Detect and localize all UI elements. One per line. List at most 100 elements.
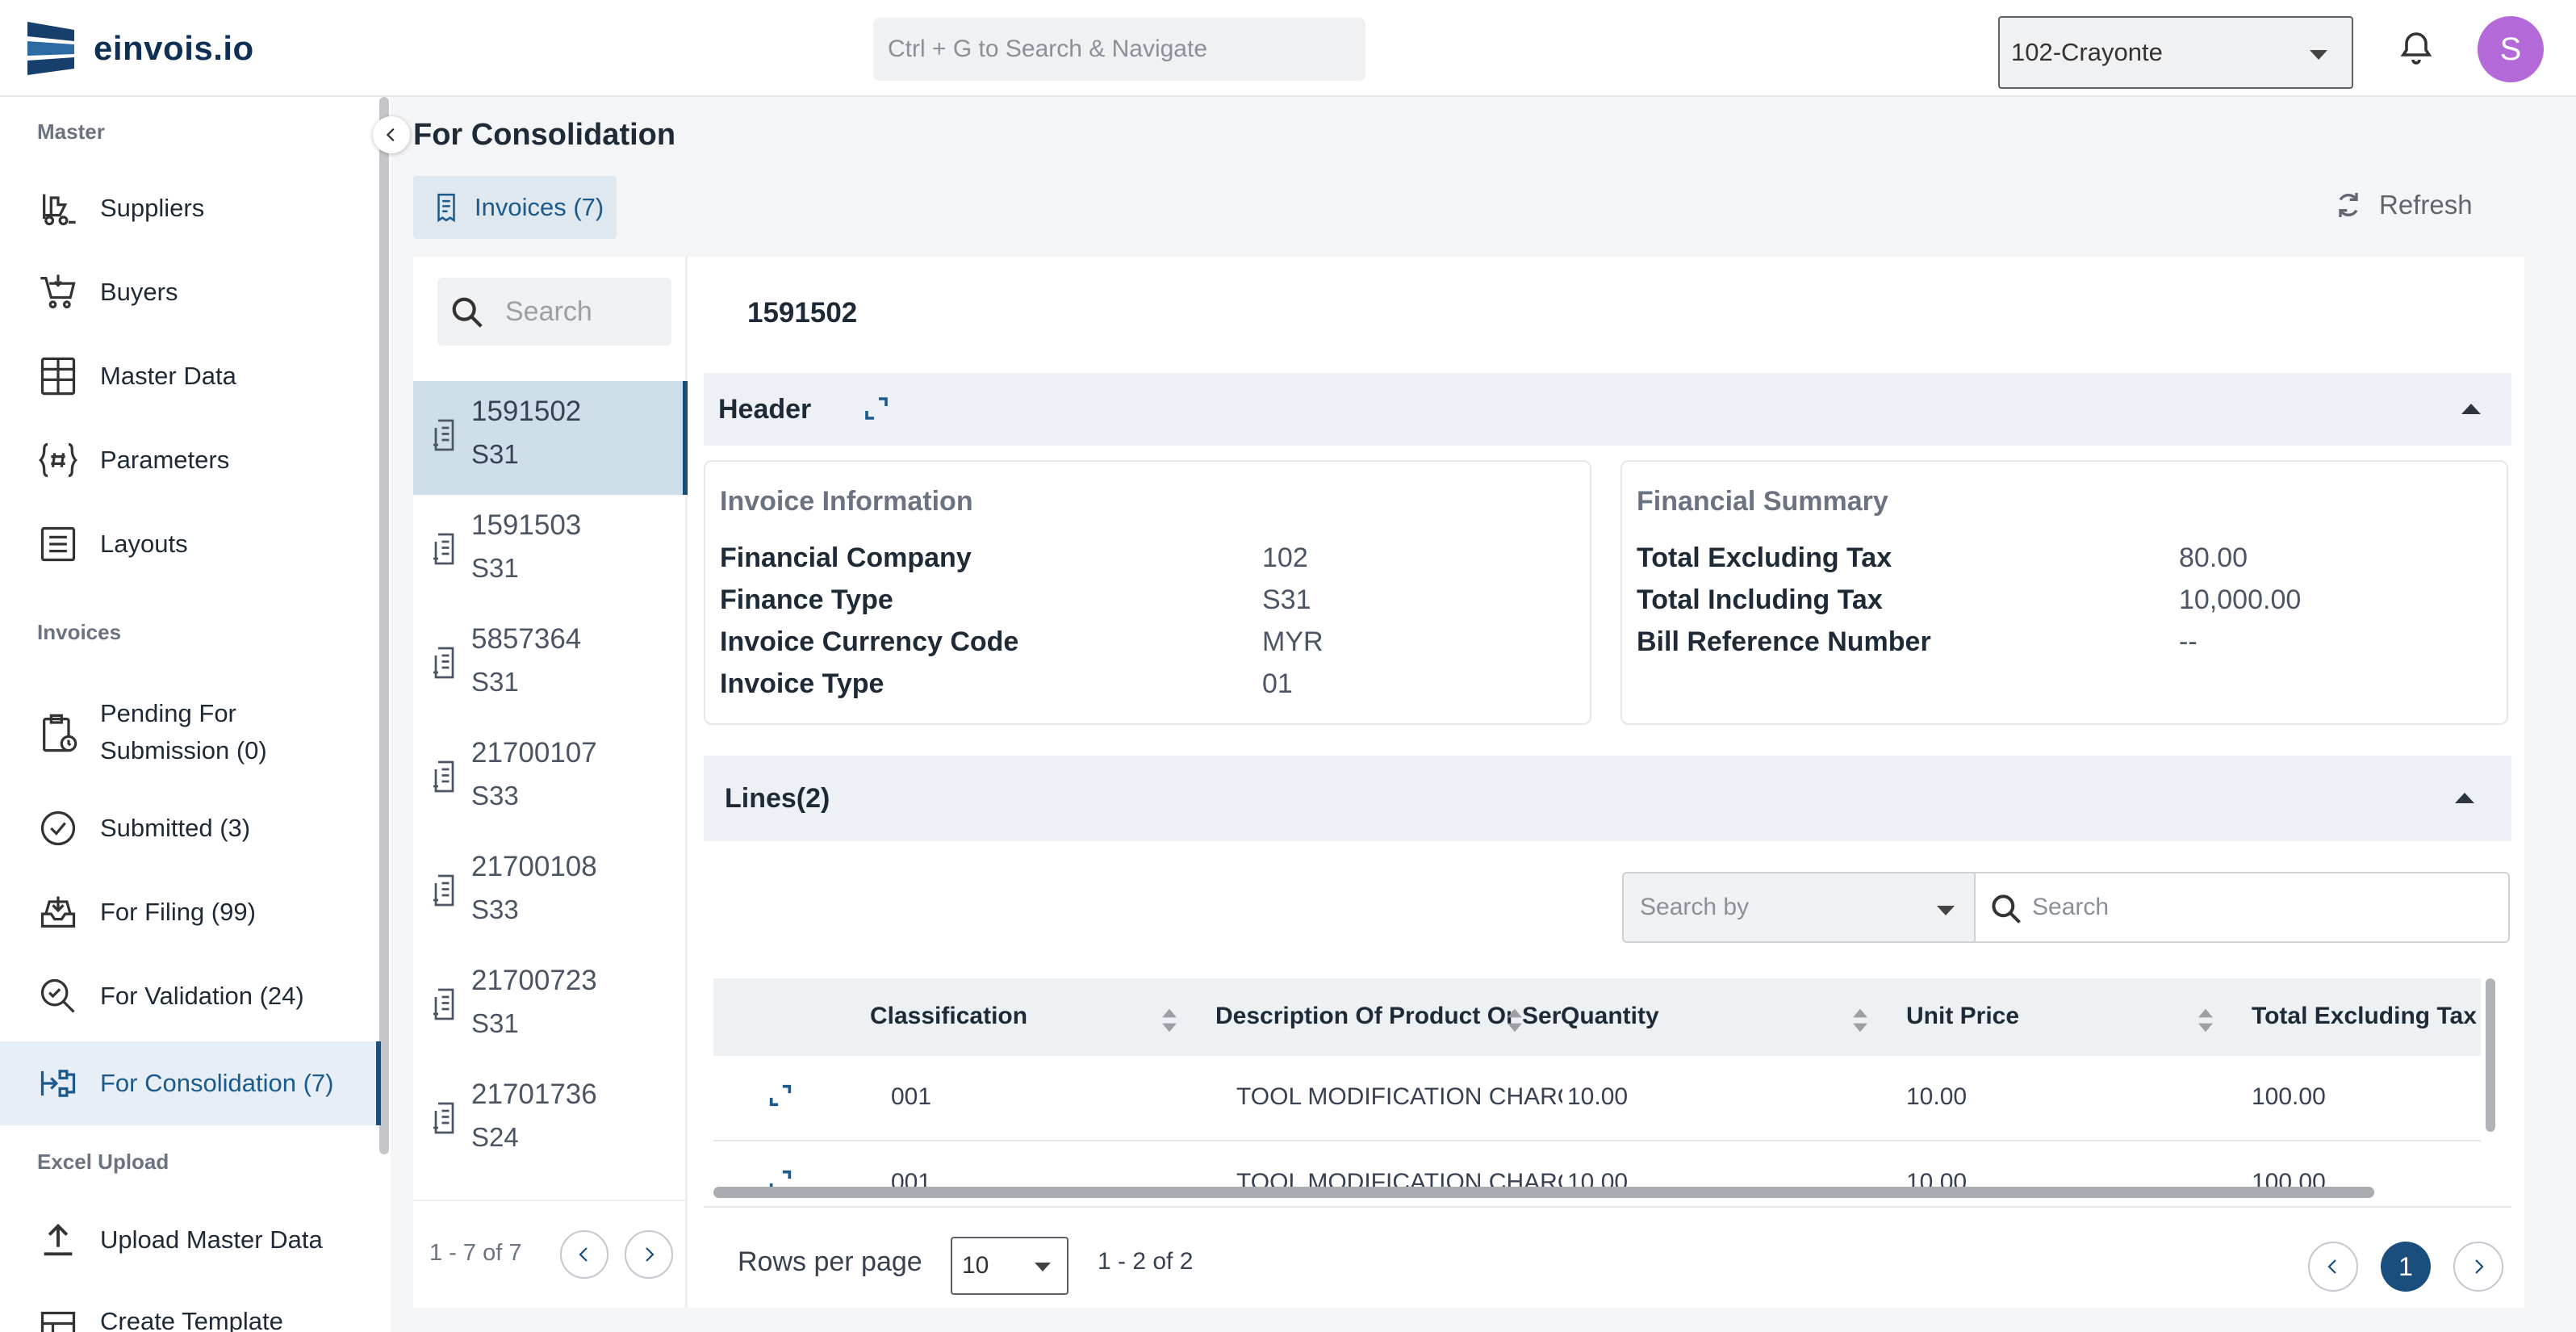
sidebar-item-for-validation[interactable]: For Validation (24) (0, 954, 381, 1038)
global-search-input[interactable]: Ctrl + G to Search & Navigate (873, 18, 1365, 81)
invoice-list-item[interactable]: 1591502 S31 (413, 381, 688, 495)
chevron-left-icon (2327, 1259, 2336, 1274)
invoice-type: S33 (471, 781, 519, 811)
clipboard-clock-icon (43, 714, 77, 752)
document-number: 1591502 (747, 297, 858, 329)
column-header-description[interactable]: Description Of Product Or Service (1215, 1003, 1608, 1030)
sort-icon[interactable] (1506, 1006, 1524, 1035)
check-circle-icon (40, 811, 76, 846)
search-by-select[interactable]: Search by (1622, 872, 1974, 943)
sidebar-item-label: Submitted (3) (100, 814, 251, 842)
invoice-list-item[interactable]: 21701736 S24 (413, 1064, 688, 1178)
chevron-left-icon (386, 128, 395, 142)
invoice-list-item[interactable]: 21700723 S31 (413, 950, 688, 1064)
notification-bell-icon[interactable] (2397, 29, 2436, 68)
refresh-button[interactable]: Refresh (2332, 189, 2473, 221)
sidebar-item-submitted[interactable]: Submitted (3) (0, 786, 381, 870)
company-select-value: 102-Crayonte (2011, 38, 2163, 66)
invoice-list-item[interactable]: 5857364 S31 (413, 609, 688, 723)
cell-description: TOOL MODIFICATION CHARGE (1236, 1083, 1562, 1110)
list-icon (40, 526, 76, 562)
invoice-list-item[interactable]: 21700107 S33 (413, 723, 688, 836)
invoice-list: Search 1591502 S31 1591503 S31 5857364 S… (413, 257, 688, 1308)
info-value: 01 (1262, 668, 1293, 699)
chevron-down-icon (1035, 1263, 1051, 1271)
invoice-search-placeholder: Search (505, 295, 592, 327)
refresh-icon (2339, 193, 2358, 217)
logo-icon (27, 22, 74, 75)
summary-value: 80.00 (2179, 542, 2248, 573)
invoice-number: 1591502 (471, 396, 582, 427)
invoice-list-pagination: 1 - 7 of 7 (413, 1200, 688, 1308)
table-row[interactable]: 001 TOOL MODIFICATION CHARGE 10.00 10.00… (713, 1056, 2481, 1141)
sidebar-item-create-template[interactable]: Create Template (0, 1282, 381, 1332)
table-vertical-scrollbar[interactable] (2486, 978, 2495, 1132)
collapse-lines-icon[interactable] (2455, 793, 2474, 803)
receipt-icon (433, 533, 454, 565)
lines-prev-page-button[interactable] (2308, 1242, 2358, 1292)
sort-icon[interactable] (1851, 1006, 1869, 1035)
table-horizontal-scrollbar[interactable] (713, 1187, 2374, 1198)
sidebar-item-label: Layouts (100, 530, 188, 558)
chevron-right-icon (646, 1247, 654, 1262)
lines-section-bar[interactable]: Lines(2) (704, 756, 2511, 841)
summary-value: -- (2179, 626, 2198, 657)
company-select[interactable]: 102-Crayonte (1998, 16, 2353, 89)
sidebar-item-layouts[interactable]: Layouts (0, 502, 381, 586)
sidebar-item-suppliers[interactable]: Suppliers (0, 166, 381, 250)
list-prev-page-button[interactable] (560, 1230, 608, 1279)
tab-invoices[interactable]: Invoices (7) (413, 176, 617, 239)
app-name: einvois.io (94, 29, 254, 67)
expand-icon[interactable] (862, 394, 891, 423)
invoice-number: 21701736 (471, 1079, 597, 1110)
column-header-quantity[interactable]: Quantity (1561, 1003, 1659, 1030)
sidebar-item-master-data[interactable]: Master Data (0, 334, 381, 418)
sidebar-item-label: Master Data (100, 362, 236, 390)
rows-per-page-select[interactable]: 10 (951, 1237, 1068, 1295)
list-next-page-button[interactable] (625, 1230, 673, 1279)
lines-search-input[interactable]: Search (1974, 872, 2510, 943)
app-logo[interactable]: einvois.io (27, 21, 254, 76)
cell-total-excluding-tax: 100.00 (2252, 1083, 2326, 1110)
tab-invoices-label: Invoices (7) (475, 193, 604, 221)
sidebar-collapse-button[interactable] (373, 116, 410, 153)
column-header-classification[interactable]: Classification (870, 1003, 1027, 1030)
user-avatar[interactable]: S (2478, 16, 2544, 82)
expand-row-icon[interactable] (767, 1082, 794, 1109)
sidebar-section-excel-upload: Excel Upload (37, 1150, 169, 1174)
header-section-bar[interactable]: Header (704, 373, 2511, 446)
sidebar-item-pending-submission[interactable]: Pending For Submission (0) (0, 686, 381, 778)
inbox-icon (40, 896, 76, 928)
lines-next-page-button[interactable] (2453, 1242, 2503, 1292)
invoice-number: 21700108 (471, 851, 597, 882)
invoice-type: S31 (471, 667, 519, 697)
sidebar-item-label: Parameters (100, 446, 230, 474)
page-number-button[interactable]: 1 (2381, 1242, 2431, 1292)
financial-summary-card: Financial Summary Total Excluding Tax 80… (1620, 460, 2508, 725)
collapse-header-icon[interactable] (2461, 404, 2481, 414)
invoice-number: 21700723 (471, 965, 597, 996)
sidebar-item-for-consolidation[interactable]: For Consolidation (7) (0, 1041, 381, 1125)
sidebar-item-for-filing[interactable]: For Filing (99) (0, 870, 381, 954)
cell-classification: 001 (891, 1083, 932, 1110)
sidebar-item-parameters[interactable]: Parameters (0, 418, 381, 502)
cell-quantity: 10.00 (1567, 1083, 1629, 1110)
rows-per-page-value: 10 (962, 1252, 989, 1279)
chevron-right-icon (2475, 1259, 2484, 1274)
sort-icon[interactable] (1160, 1006, 1178, 1035)
invoice-list-item[interactable]: 21700108 S33 (413, 836, 688, 950)
column-header-unit-price[interactable]: Unit Price (1906, 1003, 2019, 1030)
receipt-icon (433, 1102, 454, 1134)
invoice-search-input[interactable]: Search (437, 278, 671, 346)
invoice-list-item[interactable]: 1591503 S31 (413, 495, 688, 609)
sidebar-item-upload-master-data[interactable]: Upload Master Data (0, 1198, 381, 1282)
column-header-total-excluding-tax[interactable]: Total Excluding Tax (2252, 1003, 2477, 1030)
sidebar-item-label: Upload Master Data (100, 1225, 323, 1254)
summary-key: Bill Reference Number (1637, 626, 1931, 657)
avatar-initial: S (2499, 31, 2522, 67)
sidebar-item-buyers[interactable]: Buyers (0, 250, 381, 334)
sidebar-item-label: For Validation (24) (100, 982, 304, 1010)
sort-icon[interactable] (2197, 1006, 2214, 1035)
search-check-icon (40, 978, 75, 1013)
sidebar-section-master: Master (37, 119, 105, 144)
